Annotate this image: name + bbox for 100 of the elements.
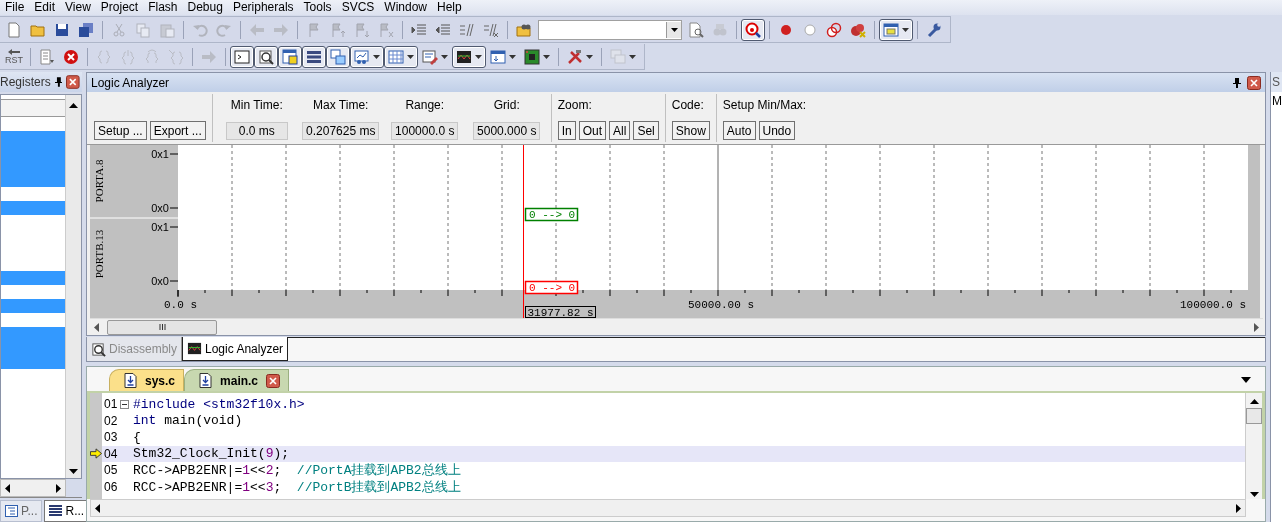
menu-item[interactable]: File <box>0 0 30 15</box>
time-label: 100000.0 s <box>1180 299 1246 311</box>
panel-title: S <box>1271 72 1282 92</box>
toolbar-button[interactable]: All <box>609 121 631 140</box>
toolbar-button[interactable]: RST <box>2 45 26 68</box>
scroll-thumb[interactable] <box>1246 408 1262 424</box>
toolbar-button[interactable]: Auto <box>722 121 756 140</box>
horizontal-scrollbar[interactable] <box>90 318 1263 335</box>
code-line: RCC->APB2ENR|=1<<3; //PortB挂载到APB2总线上 <box>132 478 461 496</box>
down-arrow-icon[interactable] <box>69 469 78 474</box>
axis-label: 0x1 <box>151 148 169 160</box>
axis-label: 0x0 <box>151 275 169 287</box>
file-tab[interactable]: main.c <box>184 369 290 391</box>
slashes-icon <box>459 21 475 38</box>
file-tab[interactable]: sys.c <box>109 369 185 391</box>
right-arrow-icon[interactable] <box>56 483 61 493</box>
readout-field: 5000.000 s <box>473 122 541 140</box>
pin-icon[interactable] <box>54 77 63 87</box>
caret-icon <box>586 54 593 59</box>
menu-item[interactable]: Help <box>432 0 467 15</box>
line-number: 02 <box>103 413 119 428</box>
menu-item[interactable]: View <box>60 0 96 15</box>
cursor-time-label: 31977.82 s <box>525 306 596 318</box>
up-arrow-icon[interactable] <box>69 103 78 108</box>
toolbar-button[interactable]: Sel <box>633 121 659 140</box>
toolbar-button[interactable] <box>302 45 326 68</box>
left-arrow-icon[interactable] <box>94 322 99 332</box>
transition-label: 0 --> 0 <box>524 280 579 295</box>
toolbar-button[interactable]: Show <box>671 121 710 140</box>
axis-label: 0x0 <box>151 202 169 214</box>
toolbar-button[interactable]: In <box>557 121 576 140</box>
view-tab[interactable]: Logic Analyzer <box>182 337 289 361</box>
horizontal-scrollbar[interactable] <box>0 479 66 497</box>
collapse-icon[interactable] <box>120 399 129 409</box>
waveform-icon <box>456 48 472 65</box>
magnifier-page-icon <box>258 48 274 65</box>
scroll-thumb[interactable] <box>107 319 217 335</box>
right-arrow-icon[interactable] <box>1254 322 1259 332</box>
toolbar-button[interactable]: Out <box>578 121 607 140</box>
menu-item[interactable]: Tools <box>298 0 337 15</box>
menu-item[interactable]: Edit <box>29 0 61 15</box>
toolbar-button[interactable] <box>230 45 254 68</box>
toolbar-button[interactable] <box>278 45 302 68</box>
pin-icon[interactable] <box>1233 77 1241 88</box>
dropdown-icon[interactable] <box>1241 377 1251 383</box>
toolbar-button[interactable] <box>452 45 486 68</box>
file-icon <box>124 373 137 388</box>
toolbar-button[interactable]: Export ... <box>149 121 206 140</box>
close-icon[interactable] <box>66 75 80 89</box>
window-square-icon <box>282 48 298 65</box>
toolbar-button[interactable] <box>879 18 913 41</box>
menu-item[interactable]: Window <box>379 0 432 15</box>
line-number: 03 <box>103 430 119 445</box>
time-label: 50000.00 s <box>688 299 754 311</box>
caret-icon <box>509 54 516 59</box>
signal-name[interactable]: PORTA.8 <box>93 159 105 203</box>
waveform-plot[interactable]: PORTA.8 0x1 0x0 PORTB.13 0x1 0x0 0 --> 0 0 --> 0 0.0 s 50000.00 s 100000.0 s 31977.82 s <box>90 145 1260 318</box>
toolbar-button[interactable] <box>741 18 765 41</box>
toolbar-button[interactable] <box>254 45 278 68</box>
close-icon[interactable] <box>266 373 281 388</box>
line-number: 05 <box>103 463 119 478</box>
menu-item[interactable]: Flash <box>143 0 183 15</box>
flag-down-icon <box>354 21 370 38</box>
line-number: 06 <box>103 479 119 494</box>
down-arrow-icon[interactable] <box>1249 492 1259 497</box>
page-arrow-icon <box>39 48 55 65</box>
vertical-scrollbar[interactable] <box>65 95 81 478</box>
braces-in-icon <box>120 48 136 65</box>
flag-up-icon <box>330 21 346 38</box>
menu-item[interactable]: Project <box>95 0 144 15</box>
toolbar-button[interactable] <box>384 45 418 68</box>
indent-icon <box>411 21 427 38</box>
toolbar-button[interactable] <box>350 45 384 68</box>
scissors-icon <box>111 21 127 38</box>
right-arrow-icon[interactable] <box>1236 503 1241 513</box>
caret-icon <box>629 54 636 59</box>
horizontal-scrollbar[interactable] <box>90 499 1246 517</box>
left-arrow-icon[interactable] <box>95 503 100 513</box>
menu-item[interactable]: Debug <box>182 0 228 15</box>
left-arrow-icon[interactable] <box>5 483 10 493</box>
panel-tab[interactable]: P... <box>0 500 43 522</box>
close-icon[interactable] <box>1247 75 1261 90</box>
toolbar-button[interactable]: Undo <box>758 121 796 140</box>
toolbar-button[interactable]: Setup ... <box>94 121 147 140</box>
menu-item[interactable]: Peripherals <box>227 0 299 15</box>
terminal-icon <box>234 48 250 65</box>
toolbar-button[interactable] <box>326 45 350 68</box>
signal-name[interactable]: PORTB.13 <box>93 229 105 279</box>
braces-over-icon <box>144 48 160 65</box>
code-line: #include <stm32f10x.h> <box>132 396 305 412</box>
search-combo[interactable] <box>538 19 682 40</box>
tree-icon <box>5 505 18 517</box>
list-icon <box>306 48 322 65</box>
wrench-icon <box>926 21 942 38</box>
x-circle-icon <box>63 48 79 65</box>
window-list-icon <box>490 48 506 65</box>
transition-label: 0 --> 0 <box>524 207 579 222</box>
menu-item[interactable]: SVCS <box>336 0 380 15</box>
vertical-scrollbar[interactable] <box>1245 393 1262 499</box>
up-arrow-icon[interactable] <box>1249 399 1259 404</box>
